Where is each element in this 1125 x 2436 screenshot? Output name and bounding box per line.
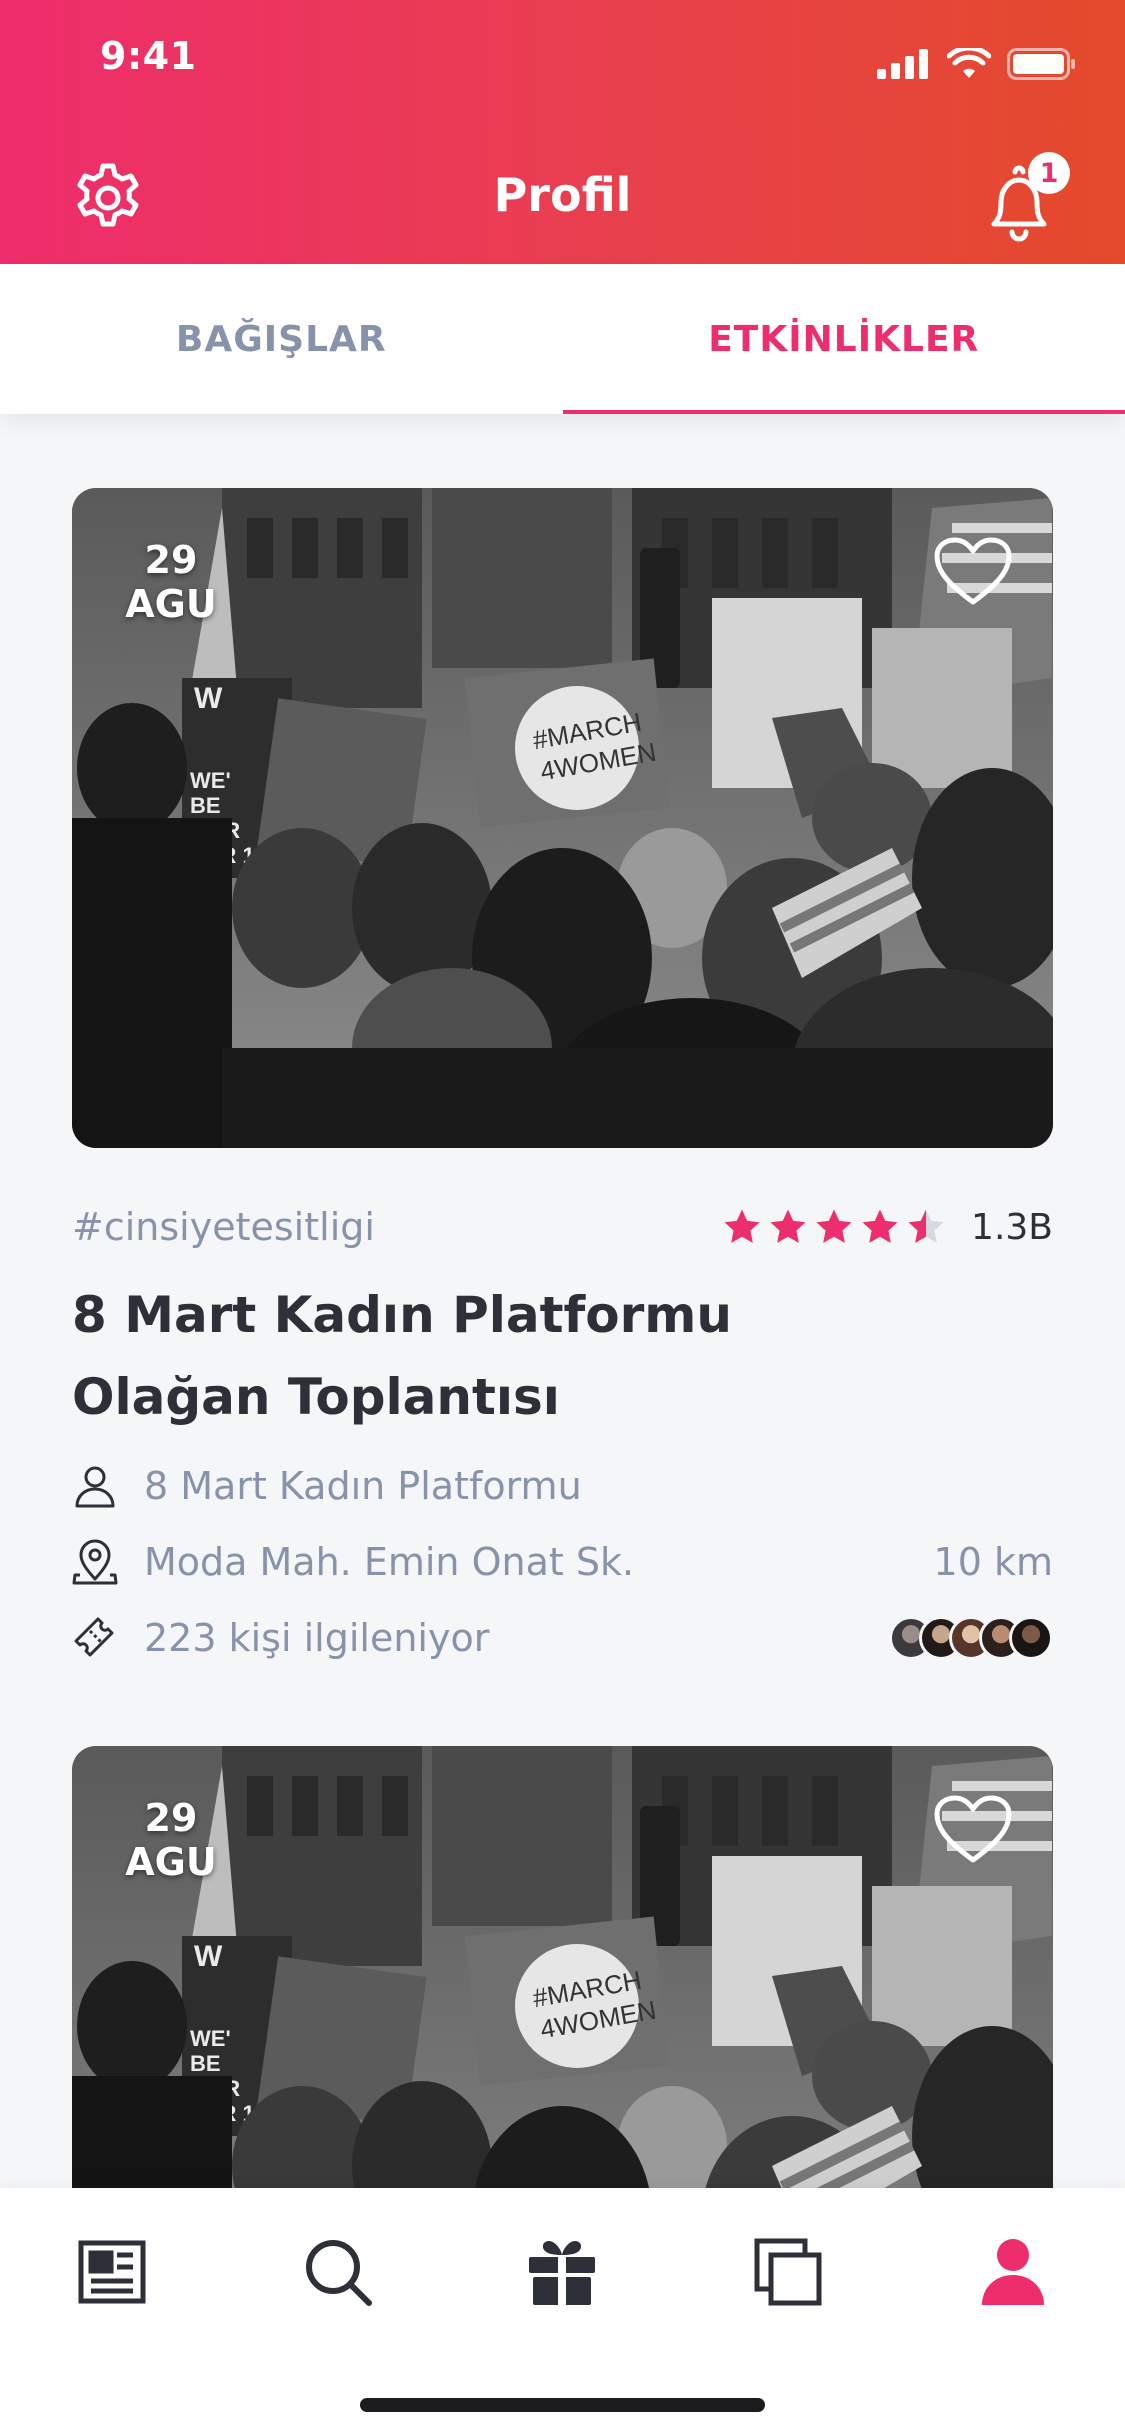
- notification-badge: 1: [1028, 152, 1070, 194]
- attendees-row[interactable]: 223 kişi ilgileniyor: [72, 1600, 1053, 1676]
- nav-collections[interactable]: [748, 2232, 828, 2312]
- event-title-line-2: Olağan Toplantısı: [72, 1368, 560, 1426]
- event-date-month: AGU: [125, 582, 217, 626]
- event-date-badge: 29 AGU: [116, 1796, 226, 1884]
- ticket-icon: [74, 1617, 114, 1657]
- nav-news[interactable]: [72, 2232, 152, 2312]
- status-icons: [877, 48, 1077, 80]
- rating-count: 1.3B: [971, 1206, 1053, 1248]
- cellular-signal-icon: [877, 49, 928, 79]
- status-time: 9:41: [100, 34, 197, 78]
- interested-count: 223 kişi ilgileniyor: [144, 1616, 490, 1660]
- attendee-avatars[interactable]: [889, 1616, 1053, 1660]
- nav-profile[interactable]: [973, 2232, 1053, 2312]
- nav-gifts[interactable]: [522, 2232, 602, 2312]
- event-rating: 1.3B: [721, 1206, 1053, 1248]
- organizer-name: 8 Mart Kadın Platformu: [144, 1464, 582, 1508]
- event-image[interactable]: 29 AGU: [72, 488, 1053, 1148]
- event-title-line-1: 8 Mart Kadın Platformu: [72, 1286, 732, 1344]
- star-half-icon: [908, 1209, 944, 1243]
- star-icon: [770, 1209, 806, 1243]
- location-row[interactable]: Moda Mah. Emin Onat Sk. 10 km: [72, 1524, 1053, 1600]
- gift-icon: [529, 2241, 595, 2305]
- nav-search[interactable]: [298, 2232, 378, 2312]
- location-pin-icon: [72, 1539, 118, 1585]
- heart-icon: [934, 537, 1012, 605]
- favorite-button[interactable]: [933, 1794, 1013, 1866]
- star-icon: [816, 1209, 852, 1243]
- tab-donations[interactable]: BAĞIŞLAR: [0, 264, 563, 414]
- event-date-month: AGU: [125, 1840, 217, 1884]
- wifi-icon: [947, 48, 991, 78]
- profile-icon: [982, 2239, 1044, 2305]
- app-header: 9:41 Profil 1: [0, 0, 1125, 264]
- event-card[interactable]: 29 AGU #cinsiyetesitligi 1.3B 8 Mart Kad…: [72, 488, 1053, 1676]
- home-indicator: [360, 2398, 765, 2412]
- tab-bar: BAĞIŞLAR ETKİNLİKLER: [0, 264, 1125, 414]
- organizer-row[interactable]: 8 Mart Kadın Platformu: [72, 1448, 1053, 1524]
- event-meta-row: #cinsiyetesitligi 1.3B: [72, 1202, 1053, 1252]
- avatar: [1009, 1616, 1053, 1660]
- copy-icon: [754, 2238, 822, 2306]
- search-icon: [306, 2240, 372, 2306]
- page-title: Profil: [493, 168, 632, 222]
- tab-events[interactable]: ETKİNLİKLER: [562, 264, 1125, 414]
- event-distance: 10 km: [933, 1540, 1053, 1584]
- event-date-day: 29: [144, 1796, 198, 1840]
- event-title[interactable]: 8 Mart Kadın Platformu Olağan Toplantısı: [72, 1274, 1053, 1438]
- event-hashtag[interactable]: #cinsiyetesitligi: [72, 1205, 375, 1249]
- battery-icon: [1007, 48, 1075, 80]
- event-date-day: 29: [144, 538, 198, 582]
- location-address: Moda Mah. Emin Onat Sk.: [144, 1540, 635, 1584]
- user-icon: [75, 1466, 115, 1508]
- news-icon: [78, 2240, 146, 2304]
- heart-icon: [934, 1795, 1012, 1863]
- notifications-button[interactable]: 1: [980, 152, 1070, 242]
- event-date-badge: 29 AGU: [116, 538, 226, 626]
- event-info-list: 8 Mart Kadın Platformu Moda Mah. Emin On…: [72, 1448, 1053, 1676]
- star-icon: [724, 1209, 760, 1243]
- favorite-button[interactable]: [933, 536, 1013, 608]
- star-icon: [862, 1209, 898, 1243]
